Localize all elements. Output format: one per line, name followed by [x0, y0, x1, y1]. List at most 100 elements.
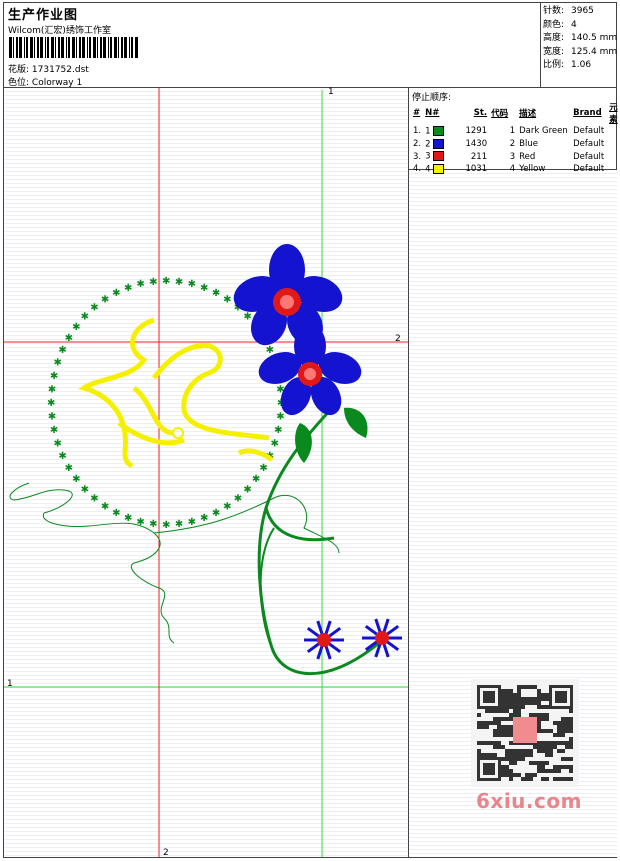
- watermark-logo: 6xiu.com: [476, 789, 582, 813]
- row-brand: Default: [573, 164, 605, 175]
- svg-text:✱: ✱: [266, 345, 274, 356]
- svg-text:✱: ✱: [53, 358, 61, 369]
- colorway-label: 色位:: [8, 78, 30, 88]
- table-row: 2. 2 1430 2 Blue Default: [411, 138, 620, 151]
- svg-text:✱: ✱: [50, 425, 58, 436]
- row-element: [607, 163, 620, 176]
- stop-sequence-table: # N# St. 代码 描述 Brand 元素 1. 1 1291 1 Dark Gr…: [411, 101, 620, 176]
- svg-text:✱: ✱: [72, 474, 80, 485]
- row-description: Dark Green: [519, 126, 568, 137]
- svg-text:✱: ✱: [112, 508, 120, 519]
- row-stitches: 1430: [465, 139, 488, 150]
- svg-text:✱: ✱: [81, 484, 89, 495]
- svg-text:✱: ✱: [58, 345, 66, 356]
- svg-text:✱: ✱: [53, 438, 61, 449]
- row-index: 4.: [413, 164, 422, 175]
- svg-text:✱: ✱: [72, 322, 80, 333]
- svg-text:✱: ✱: [188, 517, 196, 528]
- design-file-label: 花版:: [8, 65, 30, 75]
- design-canvas: ✱ ✱ ✱ ✱ ✱ ✱ ✱ ✱ ✱ ✱ ✱ ✱ ✱ ✱ ✱ ✱ ✱ ✱ ✱ ✱ ✱ ✱ ✱ ✱ ✱ ✱ ✱ ✱ ✱ ✱ ✱ ✱ ✱ ✱ ✱ ✱ ✱ ✱ ✱ ✱…: [4, 88, 408, 857]
- table-row: 1. 1 1291 1 Dark Green Default: [411, 125, 620, 138]
- row-index: 2.: [413, 139, 422, 150]
- row-stitches: 1291: [465, 126, 488, 137]
- row-description: Blue: [519, 139, 538, 150]
- guide-label-red-right: 2: [395, 334, 401, 344]
- svg-text:✱: ✱: [101, 501, 109, 512]
- col-header-description: 描述: [519, 109, 537, 119]
- svg-text:✱: ✱: [243, 312, 251, 323]
- svg-text:✱: ✱: [234, 493, 242, 504]
- row-number: 1: [423, 125, 451, 138]
- row-stitches: 1031: [465, 164, 488, 175]
- svg-text:✱: ✱: [48, 412, 56, 423]
- barcode: [9, 37, 138, 58]
- svg-text:✱: ✱: [136, 517, 144, 528]
- row-number: 4: [423, 163, 451, 176]
- stat-stitches: 针数: 3965: [543, 6, 594, 16]
- svg-text:✱: ✱: [162, 520, 170, 531]
- color-swatch: [433, 126, 445, 137]
- svg-text:✱: ✱: [50, 371, 58, 382]
- col-header-index: #: [413, 108, 421, 118]
- svg-text:✱: ✱: [252, 474, 260, 485]
- colorway-value: Colorway 1: [31, 78, 83, 88]
- leaves: [295, 407, 368, 463]
- row-code: 1: [509, 126, 516, 137]
- svg-text:✱: ✱: [212, 288, 220, 299]
- row-number: 2: [423, 138, 451, 151]
- colorway: 色位: Colorway 1: [8, 75, 82, 88]
- color-swatch: [433, 164, 445, 175]
- svg-text:✱: ✱: [162, 276, 170, 287]
- col-header-number: N#: [425, 108, 440, 118]
- svg-text:✱: ✱: [276, 412, 284, 423]
- studio-name: Wilcom(汇宏)绣饰工作室: [8, 26, 111, 36]
- svg-text:✱: ✱: [65, 333, 73, 344]
- svg-text:✱: ✱: [223, 295, 231, 306]
- stat-colors: 颜色: 4: [543, 19, 577, 30]
- table-header-row: # N# St. 代码 描述 Brand 元素: [411, 101, 620, 125]
- svg-text:✱: ✱: [90, 303, 98, 314]
- row-element: [607, 125, 620, 138]
- svg-text:✱: ✱: [81, 312, 89, 323]
- color-swatch: [433, 138, 445, 149]
- design-file: 花版: 1731752.dst: [8, 62, 89, 75]
- table-row: 3. 3 211 3 Red Default: [411, 150, 620, 163]
- row-number: 3: [423, 150, 451, 163]
- svg-text:✱: ✱: [175, 519, 183, 530]
- row-stitches: 211: [470, 151, 488, 162]
- col-header-stitches: St.: [473, 108, 488, 118]
- row-code: 2: [509, 139, 516, 150]
- row-description: Yellow: [519, 164, 546, 175]
- stat-width: 宽度: 125.4 mm: [543, 46, 618, 57]
- svg-text:✱: ✱: [200, 283, 208, 294]
- svg-text:✱: ✱: [58, 451, 66, 462]
- svg-text:✱: ✱: [223, 501, 231, 512]
- row-code: 3: [509, 151, 516, 162]
- svg-text:✱: ✱: [175, 277, 183, 288]
- table-row: 4. 4 1031 4 Yellow Default: [411, 163, 620, 176]
- yellow-motif-eye: [172, 427, 184, 439]
- wreath-circle: ✱✱✱✱✱✱✱✱✱✱✱✱✱✱✱✱✱✱✱✱✱✱✱✱✱✱✱✱✱✱✱✱✱✱✱✱✱✱ ✱ ✱…: [47, 276, 285, 531]
- col-header-brand: Brand: [573, 108, 602, 118]
- row-brand: Default: [573, 151, 605, 162]
- outline-motif: [9, 482, 340, 644]
- small-flower-left: [304, 620, 344, 660]
- color-swatch: [433, 151, 445, 162]
- guide-label-green-left: 1: [7, 679, 13, 689]
- col-header-element: 元素: [609, 103, 618, 125]
- svg-text:✱: ✱: [124, 513, 132, 524]
- svg-text:✱: ✱: [149, 277, 157, 288]
- page-title: 生产作业图: [8, 8, 79, 23]
- row-element: [607, 138, 620, 151]
- guide-label-green-top: 1: [328, 87, 334, 97]
- svg-text:✱: ✱: [149, 519, 157, 530]
- svg-text:✱: ✱: [212, 508, 220, 519]
- stat-scale: 比例: 1.06: [543, 60, 592, 70]
- row-description: Red: [519, 151, 536, 162]
- svg-text:✱: ✱: [243, 484, 251, 495]
- svg-text:✱: ✱: [90, 493, 98, 504]
- embroidery-design: ✱✱✱✱✱✱✱✱✱✱✱✱✱✱✱✱✱✱✱✱✱✱✱✱✱✱✱✱✱✱✱✱✱✱✱✱✱✱ ✱ ✱…: [4, 88, 408, 857]
- design-stats: 针数: 3965 颜色: 4 高度: 140.5 mm 宽度: 125.4 mm 比例:…: [543, 5, 617, 73]
- row-brand: Default: [573, 126, 605, 137]
- design-file-value: 1731752.dst: [31, 65, 89, 75]
